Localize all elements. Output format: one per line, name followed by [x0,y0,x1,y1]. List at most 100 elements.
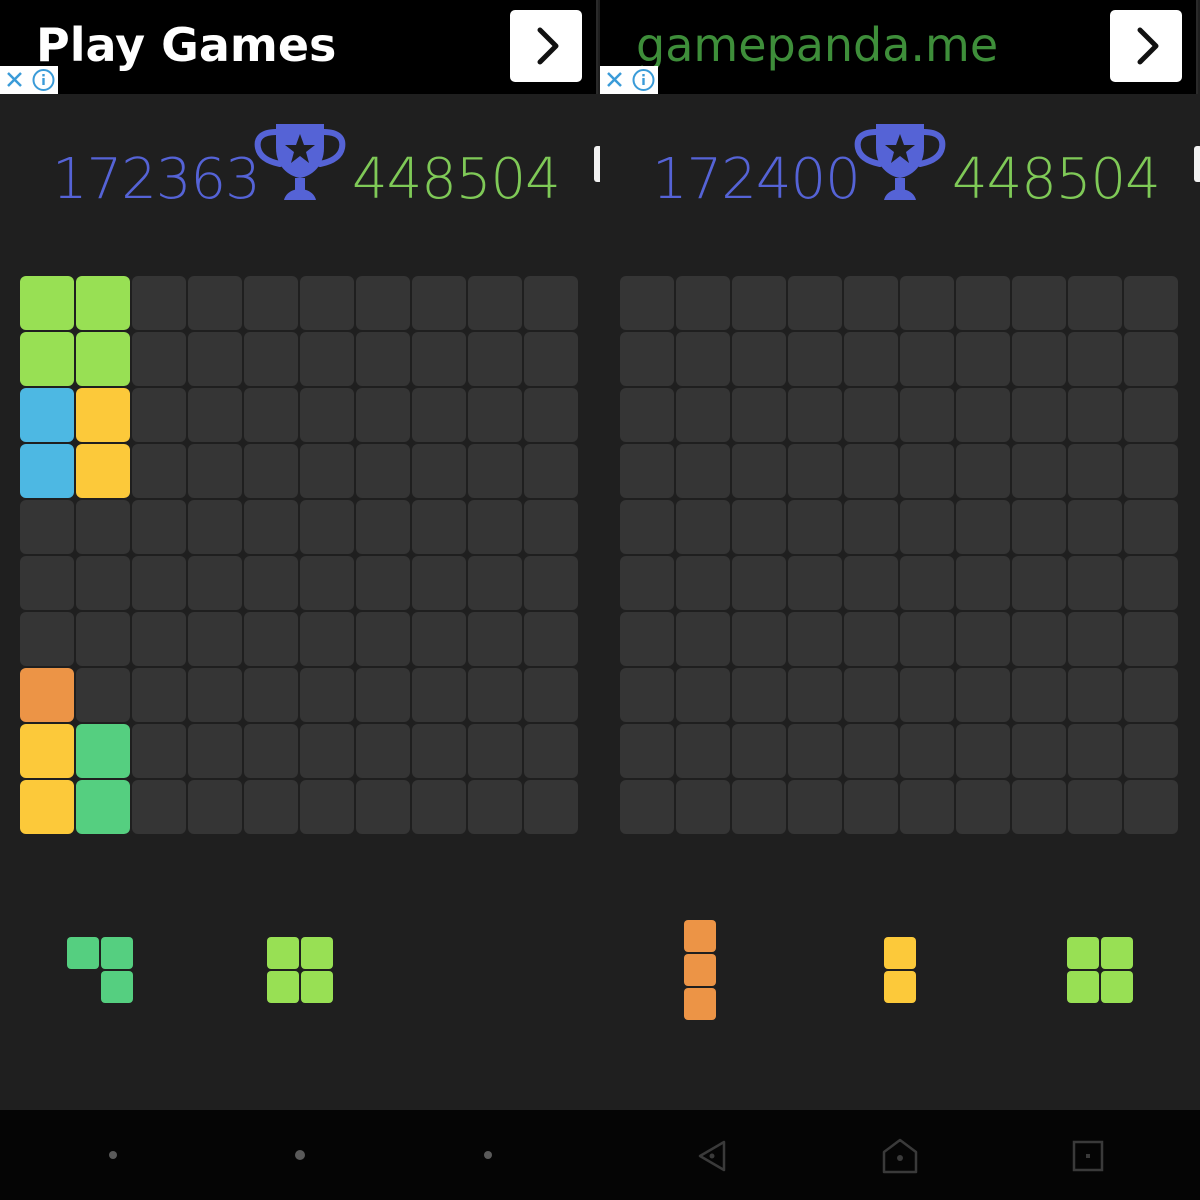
empty-cell[interactable] [524,556,578,610]
empty-cell[interactable] [956,276,1010,330]
empty-cell[interactable] [788,612,842,666]
empty-cell[interactable] [356,724,410,778]
empty-cell[interactable] [76,500,130,554]
chevron-right-icon[interactable] [510,10,582,82]
empty-cell[interactable] [356,388,410,442]
ad-text[interactable]: gamepanda.me [636,12,998,78]
empty-cell[interactable] [468,668,522,722]
empty-cell[interactable] [1012,780,1066,834]
filled-cell[interactable] [20,332,74,386]
empty-cell[interactable] [132,388,186,442]
empty-cell[interactable] [20,556,74,610]
empty-cell[interactable] [844,500,898,554]
corner-piece[interactable] [67,937,133,1003]
recents-square-icon[interactable] [1068,1136,1108,1176]
empty-cell[interactable] [676,444,730,498]
empty-cell[interactable] [620,780,674,834]
empty-cell[interactable] [356,612,410,666]
info-icon[interactable] [629,66,658,94]
chevron-right-icon[interactable] [1110,10,1182,82]
filled-cell[interactable] [20,276,74,330]
empty-cell[interactable] [300,612,354,666]
empty-cell[interactable] [1124,724,1178,778]
ad-banner[interactable]: gamepanda.me [600,0,1198,94]
empty-cell[interactable] [1124,276,1178,330]
home-icon[interactable] [880,1136,920,1176]
empty-cell[interactable] [1068,332,1122,386]
filled-cell[interactable] [76,388,130,442]
game-board[interactable] [20,276,580,836]
empty-cell[interactable] [76,556,130,610]
empty-cell[interactable] [132,724,186,778]
empty-cell[interactable] [300,500,354,554]
info-icon[interactable] [29,66,58,94]
empty-cell[interactable] [788,444,842,498]
empty-cell[interactable] [676,724,730,778]
empty-cell[interactable] [844,332,898,386]
empty-cell[interactable] [1068,388,1122,442]
empty-cell[interactable] [676,500,730,554]
empty-cell[interactable] [412,444,466,498]
empty-cell[interactable] [412,276,466,330]
empty-cell[interactable] [788,388,842,442]
filled-cell[interactable] [76,780,130,834]
empty-cell[interactable] [300,668,354,722]
empty-cell[interactable] [900,780,954,834]
empty-cell[interactable] [676,556,730,610]
empty-cell[interactable] [1124,780,1178,834]
empty-cell[interactable] [676,388,730,442]
empty-cell[interactable] [244,668,298,722]
empty-cell[interactable] [956,500,1010,554]
empty-cell[interactable] [412,780,466,834]
empty-cell[interactable] [1124,612,1178,666]
empty-cell[interactable] [300,556,354,610]
empty-cell[interactable] [732,444,786,498]
empty-cell[interactable] [524,612,578,666]
empty-cell[interactable] [412,500,466,554]
empty-cell[interactable] [844,444,898,498]
empty-cell[interactable] [468,444,522,498]
empty-cell[interactable] [524,444,578,498]
empty-cell[interactable] [956,556,1010,610]
empty-cell[interactable] [1012,332,1066,386]
empty-cell[interactable] [844,388,898,442]
empty-cell[interactable] [732,780,786,834]
filled-cell[interactable] [20,388,74,442]
empty-cell[interactable] [732,388,786,442]
empty-cell[interactable] [788,668,842,722]
empty-cell[interactable] [412,388,466,442]
empty-cell[interactable] [188,612,242,666]
empty-cell[interactable] [1012,612,1066,666]
empty-cell[interactable] [356,780,410,834]
empty-cell[interactable] [244,556,298,610]
empty-cell[interactable] [620,332,674,386]
empty-cell[interactable] [300,444,354,498]
empty-cell[interactable] [788,556,842,610]
empty-cell[interactable] [1068,612,1122,666]
empty-cell[interactable] [620,388,674,442]
empty-cell[interactable] [1068,444,1122,498]
empty-cell[interactable] [1124,444,1178,498]
empty-cell[interactable] [132,612,186,666]
empty-cell[interactable] [956,724,1010,778]
empty-cell[interactable] [188,500,242,554]
empty-cell[interactable] [956,780,1010,834]
filled-cell[interactable] [76,332,130,386]
empty-cell[interactable] [188,444,242,498]
empty-cell[interactable] [468,780,522,834]
ad-choices[interactable] [600,66,658,94]
empty-cell[interactable] [844,668,898,722]
empty-cell[interactable] [132,668,186,722]
empty-cell[interactable] [956,388,1010,442]
empty-cell[interactable] [732,612,786,666]
empty-cell[interactable] [132,556,186,610]
empty-cell[interactable] [620,276,674,330]
empty-cell[interactable] [732,724,786,778]
empty-cell[interactable] [188,724,242,778]
empty-cell[interactable] [244,612,298,666]
empty-cell[interactable] [1068,780,1122,834]
empty-cell[interactable] [188,276,242,330]
empty-cell[interactable] [524,668,578,722]
empty-cell[interactable] [524,276,578,330]
empty-cell[interactable] [1012,500,1066,554]
